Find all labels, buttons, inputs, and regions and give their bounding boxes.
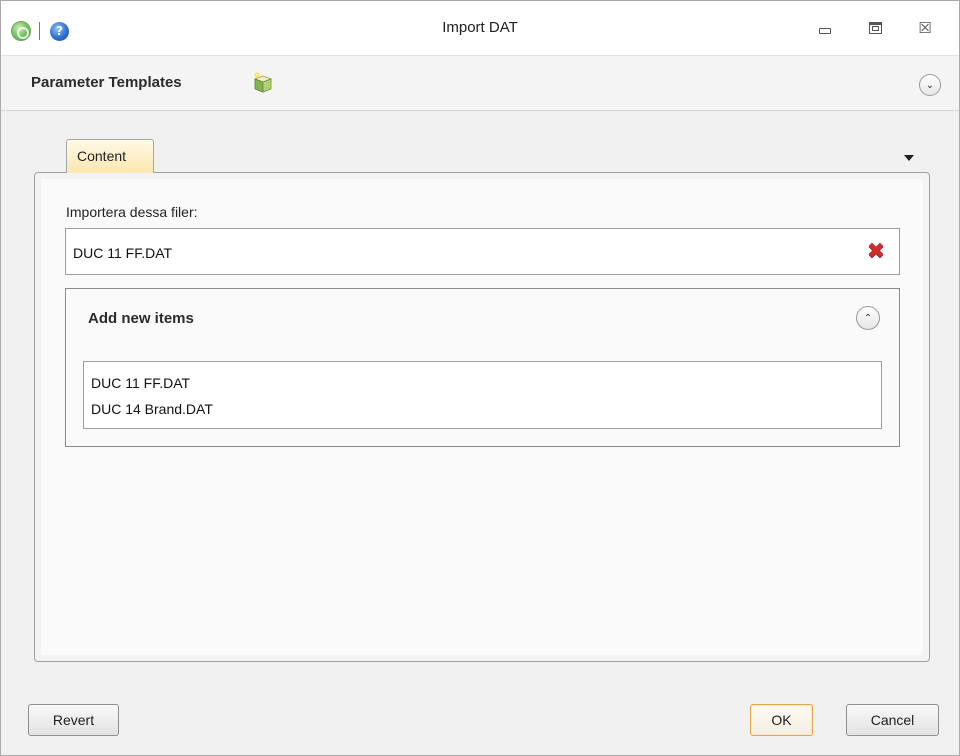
list-item[interactable]: DUC 14 Brand.DAT [91, 396, 881, 422]
template-header: Parameter Templates ⌄ [1, 55, 959, 111]
import-files-field[interactable]: DUC 11 FF.DAT ✖ [65, 228, 900, 275]
red-x-clear-icon[interactable]: ✖ [866, 241, 886, 263]
new-items-list[interactable]: DUC 11 FF.DAT DUC 14 Brand.DAT [83, 361, 882, 429]
chevron-up-icon: ⌃ [863, 312, 873, 324]
list-item[interactable]: DUC 11 FF.DAT [91, 370, 881, 396]
chevron-down-icon: ⌄ [925, 79, 935, 91]
cancel-button[interactable]: Cancel [846, 704, 939, 736]
minimize-icon [819, 28, 831, 34]
import-file-token[interactable]: DUC 11 FF.DAT [73, 245, 172, 261]
group-collapse-button[interactable]: ⌃ [856, 306, 880, 330]
template-package-icon[interactable] [251, 71, 275, 95]
add-new-items-group: Add new items ⌃ DUC 11 FF.DAT DUC 14 Bra… [65, 288, 900, 447]
title-bar[interactable]: ? Import DAT ☒ [1, 1, 959, 55]
import-dat-window: ? Import DAT ☒ Parameter Templates ⌄ Con… [0, 0, 960, 756]
maximize-button[interactable] [863, 17, 887, 39]
header-collapse-button[interactable]: ⌄ [919, 74, 941, 96]
import-files-label: Importera dessa filer: [66, 204, 198, 220]
header-title: Parameter Templates [31, 74, 182, 91]
maximize-icon [868, 22, 882, 34]
minimize-button[interactable] [813, 17, 837, 39]
tab-content[interactable]: Content [66, 139, 154, 173]
close-icon: ☒ [918, 19, 932, 37]
revert-button[interactable]: Revert [28, 704, 119, 736]
ok-button[interactable]: OK [750, 704, 813, 736]
add-new-items-title: Add new items [88, 310, 194, 327]
close-button[interactable]: ☒ [913, 17, 937, 39]
tab-overflow-dropdown-icon[interactable] [904, 155, 914, 161]
